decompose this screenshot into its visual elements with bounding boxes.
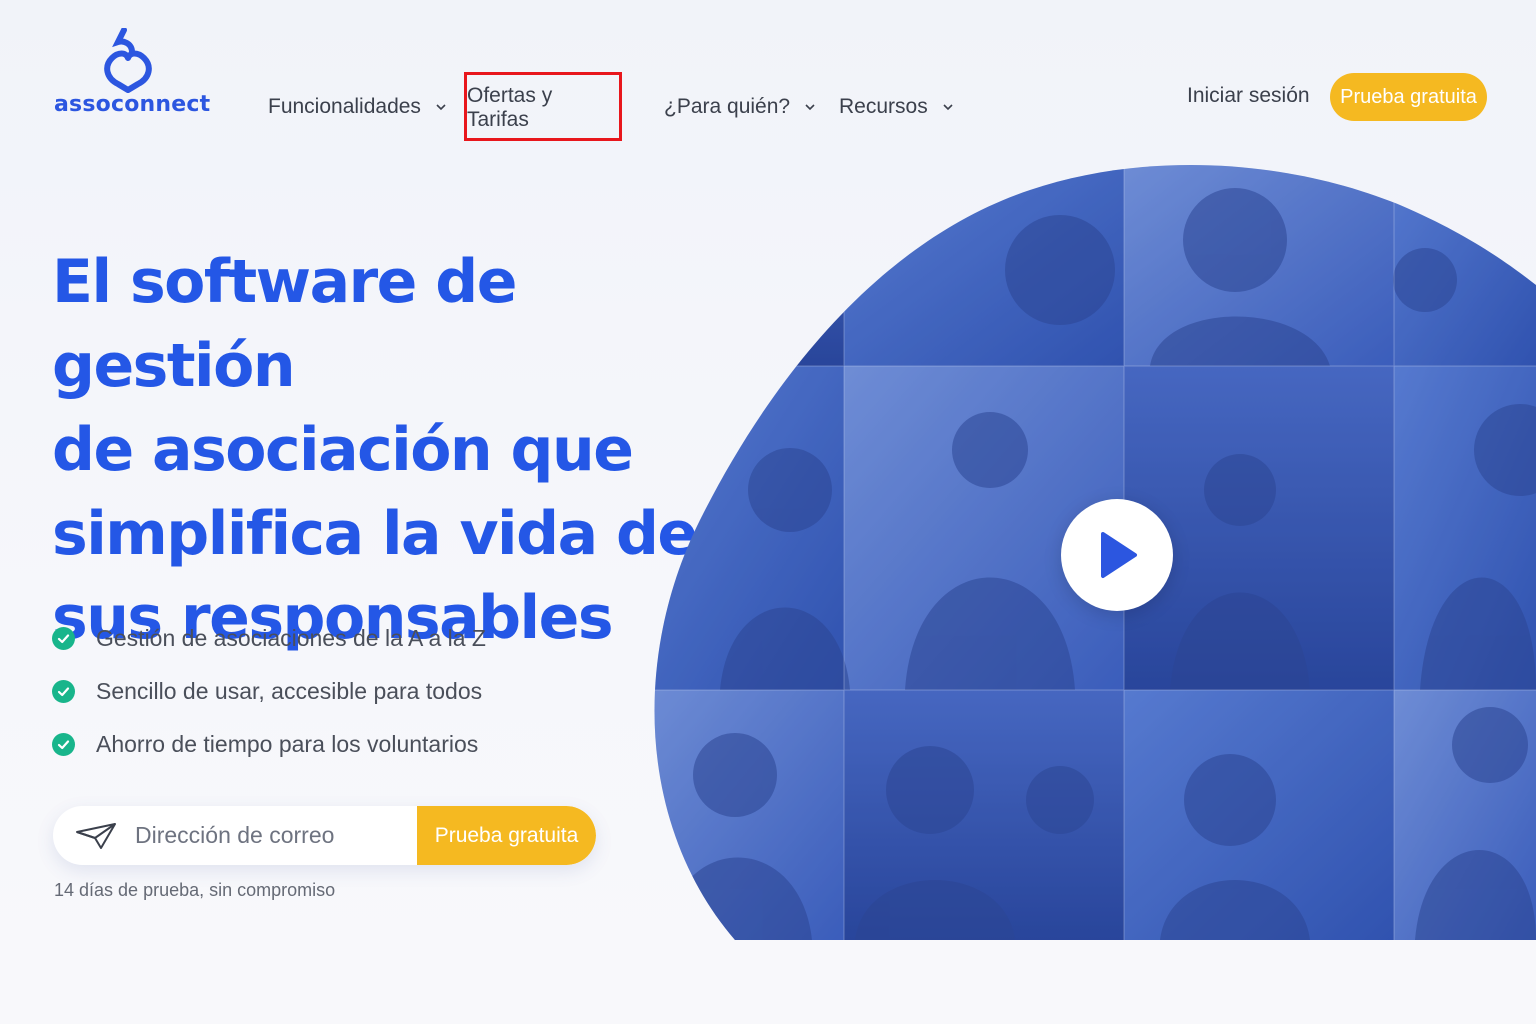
email-free-trial-button[interactable]: Prueba gratuita xyxy=(417,806,596,865)
chevron-down-icon xyxy=(942,101,954,113)
feature-text: Ahorro de tiempo para los voluntarios xyxy=(96,731,479,757)
email-field-wrapper xyxy=(53,806,417,865)
assoconnect-logo[interactable]: assoconnect xyxy=(54,28,210,120)
hero-title-line: de asociación que xyxy=(52,415,634,485)
feature-list: Gestión de asociaciones de la A a la Z S… xyxy=(52,612,486,771)
feature-item: Ahorro de tiempo para los voluntarios xyxy=(52,718,486,771)
login-link[interactable]: Iniciar sesión xyxy=(1187,84,1310,108)
nav-item-recursos[interactable]: Recursos xyxy=(839,90,954,124)
play-icon xyxy=(1101,532,1137,578)
feature-text: Sencillo de usar, accesible para todos xyxy=(96,678,483,704)
check-circle-icon xyxy=(52,680,75,703)
email-signup-form: Prueba gratuita xyxy=(53,806,596,865)
feature-item: Sencillo de usar, accesible para todos xyxy=(52,665,486,718)
logo-text: assoconnect xyxy=(54,92,211,117)
hero-title-line: El software de gestión xyxy=(52,247,517,401)
hero-title: El software de gestión de asociación que… xyxy=(52,240,702,660)
chevron-down-icon xyxy=(435,101,447,113)
logo-mark-icon xyxy=(104,28,152,93)
header-free-trial-button[interactable]: Prueba gratuita xyxy=(1330,73,1487,121)
nav-item-label: Ofertas y Tarifas xyxy=(467,83,553,131)
feature-text: Gestión de asociaciones de la A a la Z xyxy=(96,625,486,651)
nav-item-ofertas-y-tarifas[interactable]: Ofertas y Tarifas xyxy=(464,72,622,141)
nav-item-label: ¿Para quién? xyxy=(664,95,791,118)
play-video-button[interactable] xyxy=(1061,499,1173,611)
trial-note: 14 días de prueba, sin compromiso xyxy=(54,880,336,900)
nav-item-para-quien[interactable]: ¿Para quién? xyxy=(664,90,816,124)
nav-item-label: Funcionalidades xyxy=(268,95,421,118)
check-circle-icon xyxy=(52,733,75,756)
paper-plane-icon xyxy=(76,822,116,849)
nav-item-funcionalidades[interactable]: Funcionalidades xyxy=(268,90,447,124)
feature-item: Gestión de asociaciones de la A a la Z xyxy=(52,612,486,665)
chevron-down-icon xyxy=(804,101,816,113)
check-circle-icon xyxy=(52,627,75,650)
email-field[interactable] xyxy=(135,822,405,849)
nav-item-label: Recursos xyxy=(839,95,928,118)
hero-title-line: simplifica la vida de xyxy=(52,499,698,569)
